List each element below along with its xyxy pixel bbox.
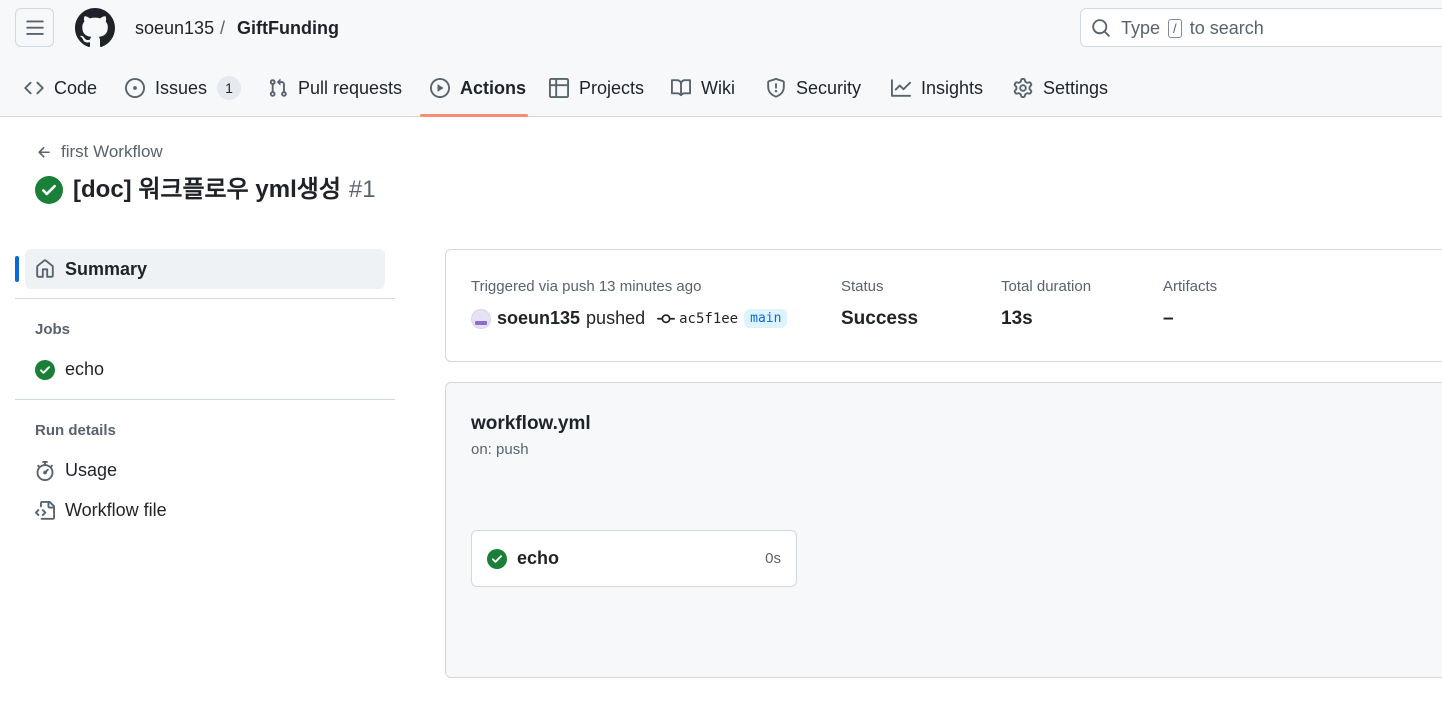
commit-link[interactable]: ac5f1ee bbox=[657, 310, 738, 328]
workflow-file-name: workflow.yml bbox=[471, 413, 591, 434]
tab-wiki-label: Wiki bbox=[701, 77, 735, 98]
commit-sha: ac5f1ee bbox=[679, 310, 739, 327]
breadcrumb-separator: / bbox=[220, 18, 226, 38]
sidebar-workflow-file-label: Workflow file bbox=[65, 500, 167, 520]
tab-code[interactable]: Code bbox=[24, 66, 97, 110]
back-to-workflow-link[interactable]: first Workflow bbox=[36, 142, 163, 162]
tab-wiki[interactable]: Wiki bbox=[671, 66, 735, 110]
page-title: [doc] 워크플로우 yml생성 #1 bbox=[35, 174, 376, 206]
sidebar-summary-label: Summary bbox=[65, 258, 148, 279]
code-icon bbox=[24, 81, 44, 95]
trigger-details: soeun135 pushed ac5f1ee main bbox=[471, 308, 788, 329]
git-pull-request-icon bbox=[269, 78, 287, 97]
tab-projects[interactable]: Projects bbox=[549, 66, 644, 110]
play-icon bbox=[430, 78, 450, 98]
sidebar-job-label: echo bbox=[65, 359, 105, 379]
github-logo-icon[interactable] bbox=[75, 8, 115, 48]
duration-label: Total duration bbox=[1001, 278, 1092, 295]
sidebar-active-marker bbox=[15, 256, 19, 282]
artifacts-value: – bbox=[1163, 308, 1174, 329]
trigger-label: Triggered via push 13 minutes ago bbox=[471, 278, 702, 295]
tab-actions[interactable]: Actions bbox=[430, 66, 526, 110]
tab-issues-label: Issues bbox=[155, 77, 208, 98]
workflow-trigger: on: push bbox=[471, 441, 529, 458]
tab-pull-requests-label: Pull requests bbox=[298, 77, 403, 98]
file-code-icon bbox=[35, 500, 55, 520]
search-shortcut-key: / bbox=[1168, 19, 1182, 38]
tab-insights[interactable]: Insights bbox=[891, 66, 983, 110]
branch-badge[interactable]: main bbox=[744, 309, 788, 328]
issue-opened-icon bbox=[125, 78, 145, 98]
job-node-name: echo bbox=[517, 548, 560, 568]
home-icon bbox=[36, 259, 54, 278]
tab-projects-label: Projects bbox=[579, 77, 645, 98]
book-icon bbox=[671, 79, 691, 97]
search-icon bbox=[1092, 19, 1110, 37]
avatar[interactable] bbox=[471, 308, 491, 329]
sidebar-jobs-heading: Jobs bbox=[35, 321, 71, 338]
three-bars-icon bbox=[25, 20, 44, 35]
job-node-duration: 0s bbox=[765, 550, 781, 567]
sidebar-run-details-heading: Run details bbox=[35, 422, 116, 439]
sidebar-divider bbox=[15, 298, 395, 299]
tab-security[interactable]: Security bbox=[766, 66, 861, 110]
check-circle-fill-icon bbox=[35, 176, 63, 204]
actor-link[interactable]: soeun135 bbox=[497, 308, 580, 329]
workflow-graph-card: workflow.yml on: push echo 0s bbox=[445, 382, 1442, 678]
shield-icon bbox=[767, 78, 785, 98]
breadcrumb-owner[interactable]: soeun135 bbox=[135, 16, 214, 40]
tab-settings-label: Settings bbox=[1043, 77, 1109, 98]
back-link-label: first Workflow bbox=[61, 142, 163, 161]
issues-count-badge: 1 bbox=[217, 76, 242, 100]
table-icon bbox=[549, 78, 569, 98]
tab-settings[interactable]: Settings bbox=[1013, 66, 1108, 110]
repo-header: soeun135 / GiftFunding Type / to search … bbox=[0, 0, 1442, 117]
tab-actions-label: Actions bbox=[460, 77, 527, 98]
run-number: #1 bbox=[348, 176, 376, 203]
status-value: Success bbox=[841, 308, 919, 329]
search-input[interactable]: Type / to search bbox=[1080, 8, 1442, 47]
tab-issues[interactable]: Issues 1 bbox=[125, 66, 242, 110]
run-summary-card: Triggered via push 13 minutes ago soeun1… bbox=[445, 249, 1442, 362]
check-circle-fill-icon bbox=[487, 549, 507, 569]
tab-pull-requests[interactable]: Pull requests bbox=[268, 66, 402, 110]
sidebar-usage-label: Usage bbox=[65, 460, 118, 480]
tab-insights-label: Insights bbox=[921, 77, 984, 98]
sidebar-item-usage[interactable]: Usage bbox=[35, 460, 117, 481]
trigger-action: pushed bbox=[586, 308, 646, 328]
sidebar-item-summary[interactable]: Summary bbox=[25, 249, 385, 289]
run-title-text: [doc] 워크플로우 yml생성 bbox=[73, 176, 341, 203]
gear-icon bbox=[1013, 78, 1033, 98]
hamburger-menu-button[interactable] bbox=[15, 8, 54, 47]
sidebar-item-workflow-file[interactable]: Workflow file bbox=[35, 500, 167, 521]
status-label: Status bbox=[841, 278, 884, 295]
breadcrumb-repo[interactable]: GiftFunding bbox=[237, 16, 339, 40]
stopwatch-icon bbox=[36, 460, 54, 481]
tab-security-label: Security bbox=[796, 77, 862, 98]
check-circle-fill-icon bbox=[35, 359, 55, 380]
active-tab-indicator bbox=[420, 114, 528, 117]
graph-icon bbox=[891, 79, 911, 97]
sidebar-job-echo[interactable]: echo bbox=[35, 359, 104, 380]
sidebar-divider bbox=[15, 399, 395, 400]
search-placeholder: Type / to search bbox=[1121, 18, 1264, 38]
git-commit-icon bbox=[657, 313, 676, 323]
tab-code-label: Code bbox=[54, 77, 98, 98]
artifacts-label: Artifacts bbox=[1163, 278, 1218, 295]
duration-value: 13s bbox=[1001, 308, 1033, 329]
job-node-echo[interactable]: echo 0s bbox=[471, 530, 797, 587]
arrow-left-icon bbox=[38, 146, 50, 158]
